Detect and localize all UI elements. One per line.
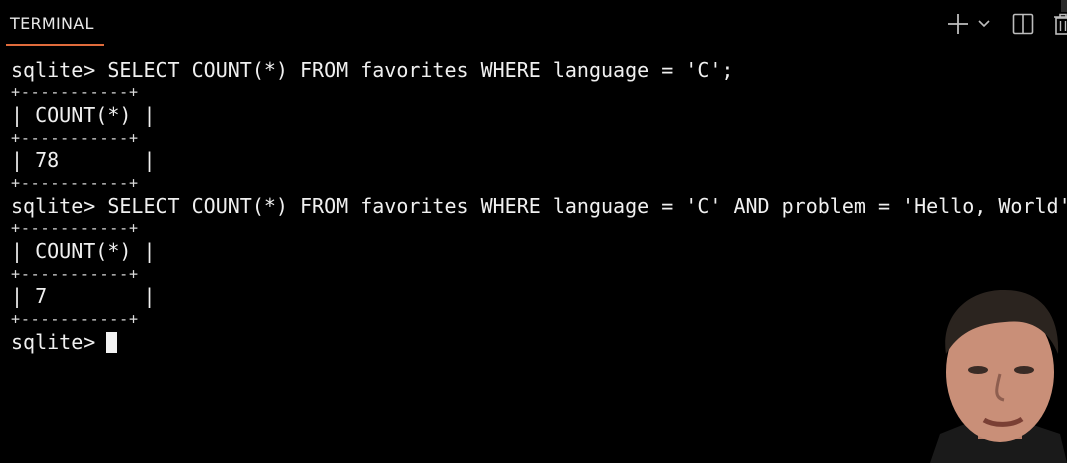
- table-border: +-----------+: [11, 219, 139, 237]
- panel-header: TERMINAL: [0, 0, 1067, 48]
- table-row: | 78 |: [11, 148, 156, 172]
- table-border: +-----------+: [11, 265, 139, 283]
- chevron-down-icon[interactable]: [977, 18, 991, 30]
- table-row: | 7 |: [11, 284, 156, 308]
- text-cursor: [106, 332, 117, 353]
- prompt-line[interactable]: sqlite>: [11, 330, 107, 354]
- command-line: sqlite> SELECT COUNT(*) FROM favorites W…: [11, 58, 734, 82]
- trash-icon[interactable]: [1051, 12, 1067, 36]
- scroll-indicator: [1061, 0, 1067, 12]
- presenter-video: [930, 289, 1067, 463]
- plus-icon[interactable]: [946, 12, 970, 36]
- tab-terminal[interactable]: TERMINAL: [10, 14, 94, 33]
- table-border: +-----------+: [11, 174, 139, 192]
- terminal-output[interactable]: sqlite> SELECT COUNT(*) FROM favorites W…: [11, 58, 1067, 358]
- table-border: +-----------+: [11, 310, 139, 328]
- command-line: sqlite> SELECT COUNT(*) FROM favorites W…: [11, 194, 1067, 218]
- table-header: | COUNT(*) |: [11, 239, 156, 263]
- table-border: +-----------+: [11, 129, 139, 147]
- table-header: | COUNT(*) |: [11, 103, 156, 127]
- table-border: +-----------+: [11, 83, 139, 101]
- active-tab-indicator: [6, 44, 104, 46]
- split-icon[interactable]: [1011, 12, 1035, 36]
